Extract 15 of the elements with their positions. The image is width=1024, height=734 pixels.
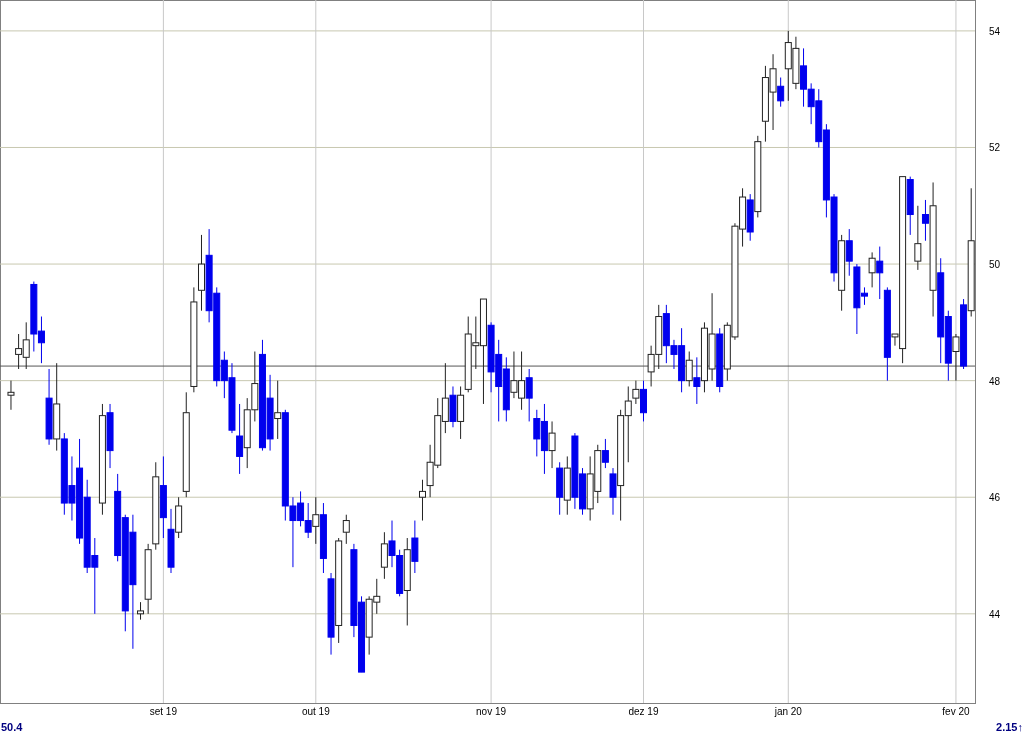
x-axis-label: nov 19 [476, 706, 507, 717]
x-axis-label: dez 19 [628, 706, 659, 717]
y-axis-label: 44 [989, 608, 1001, 620]
x-axis-label: out 19 [301, 706, 330, 717]
price-change: 2.15↑ [996, 721, 1023, 733]
y-axis-label: 52 [989, 142, 1001, 154]
x-axis-label: jan 20 [774, 706, 802, 717]
y-axis-label: 50 [989, 259, 1001, 271]
candlestick [7, 380, 15, 411]
x-axis-label: fev 20 [942, 706, 970, 717]
y-axis-label: 54 [989, 25, 1001, 37]
last-price: 50.4 [1, 721, 23, 733]
x-axis-label: set 19 [149, 706, 177, 717]
y-axis-label: 48 [989, 375, 1001, 387]
y-axis-label: 46 [989, 492, 1001, 504]
